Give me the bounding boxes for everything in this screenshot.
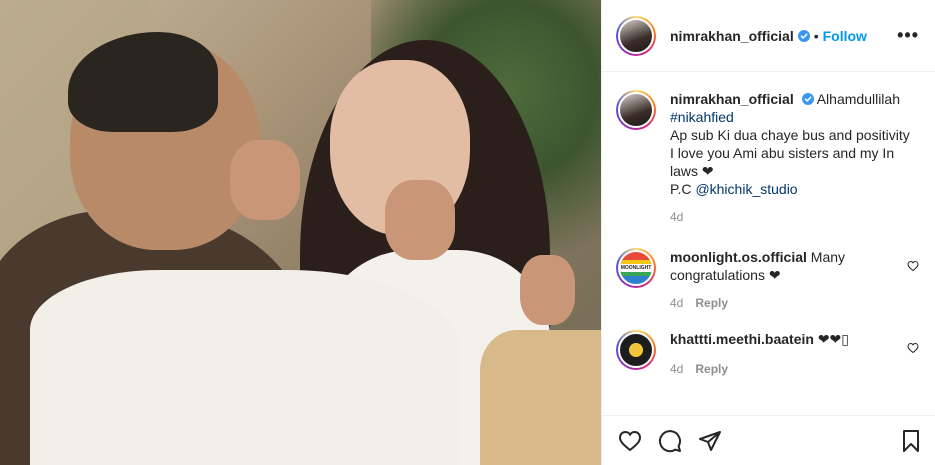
photo-hand	[520, 255, 575, 325]
bookmark-icon[interactable]	[899, 429, 923, 453]
comment-meta: 4d Reply	[670, 294, 907, 312]
photo-hand	[230, 140, 300, 220]
post-modal: nimrakhan_official • Follow ••• nimrakha…	[0, 0, 935, 465]
comment-text: ❤❤▯	[817, 331, 849, 347]
comment-avatar[interactable]	[616, 330, 656, 370]
caption-meta: 4d	[670, 208, 919, 226]
comment-timestamp[interactable]: 4d	[670, 296, 683, 310]
author-username[interactable]: nimrakhan_official	[670, 28, 794, 44]
comment-meta: 4d Reply	[670, 360, 907, 378]
comment-item: MOONLIGHT moonlight.os.official Many con…	[616, 248, 919, 312]
verified-badge-icon	[801, 93, 814, 105]
comments-list[interactable]: nimrakhan_official Alhamdullilah #nikahf…	[602, 72, 935, 415]
reply-button[interactable]: Reply	[695, 362, 728, 376]
caption-text-line1: Alhamdullilah	[816, 91, 900, 107]
comment-body: moonlight.os.official Many congratulatio…	[670, 248, 907, 312]
comment-icon[interactable]	[658, 429, 682, 453]
photo-shawl	[480, 330, 601, 465]
caption-text-line2: Ap sub Ki dua chaye bus and positivity	[670, 127, 910, 143]
post-side-panel: nimrakhan_official • Follow ••• nimrakha…	[601, 0, 935, 465]
photo-hand	[385, 180, 455, 260]
post-photo[interactable]	[0, 0, 601, 465]
comment-item: khattti.meethi.baatein ❤❤▯ 4d Reply	[616, 330, 919, 378]
like-comment-heart-icon[interactable]	[907, 260, 919, 272]
caption-text-line3: I love you Ami abu sisters and my In law…	[670, 145, 895, 179]
comment-timestamp[interactable]: 4d	[670, 362, 683, 376]
heart-icon[interactable]	[618, 429, 642, 453]
reply-button[interactable]: Reply	[695, 296, 728, 310]
follow-button[interactable]: Follow	[823, 28, 867, 44]
post-header: nimrakhan_official • Follow •••	[602, 0, 935, 72]
comment-body: khattti.meethi.baatein ❤❤▯ 4d Reply	[670, 330, 907, 378]
verified-badge-icon	[797, 29, 810, 42]
caption: nimrakhan_official Alhamdullilah #nikahf…	[616, 90, 919, 226]
photo-man-shirt	[30, 270, 460, 465]
comment-username[interactable]: moonlight.os.official	[670, 249, 807, 265]
caption-timestamp[interactable]: 4d	[670, 210, 683, 224]
post-action-bar	[602, 415, 935, 465]
caption-mention[interactable]: @khichik_studio	[695, 181, 797, 197]
caption-username[interactable]: nimrakhan_official	[670, 91, 794, 107]
caption-avatar[interactable]	[616, 90, 656, 130]
comment-username[interactable]: khattti.meethi.baatein	[670, 331, 814, 347]
caption-hashtag[interactable]: #nikahfied	[670, 109, 734, 125]
caption-pc-prefix: P.C	[670, 181, 696, 197]
author-avatar[interactable]	[616, 15, 656, 56]
comment-avatar-logo-text: MOONLIGHT	[620, 264, 652, 272]
header-separator: •	[813, 27, 819, 44]
share-icon[interactable]	[698, 429, 722, 453]
more-options-icon[interactable]: •••	[897, 25, 919, 46]
comment-avatar[interactable]: MOONLIGHT	[616, 248, 656, 288]
caption-body: nimrakhan_official Alhamdullilah #nikahf…	[670, 90, 919, 226]
like-comment-heart-icon[interactable]	[907, 342, 919, 354]
